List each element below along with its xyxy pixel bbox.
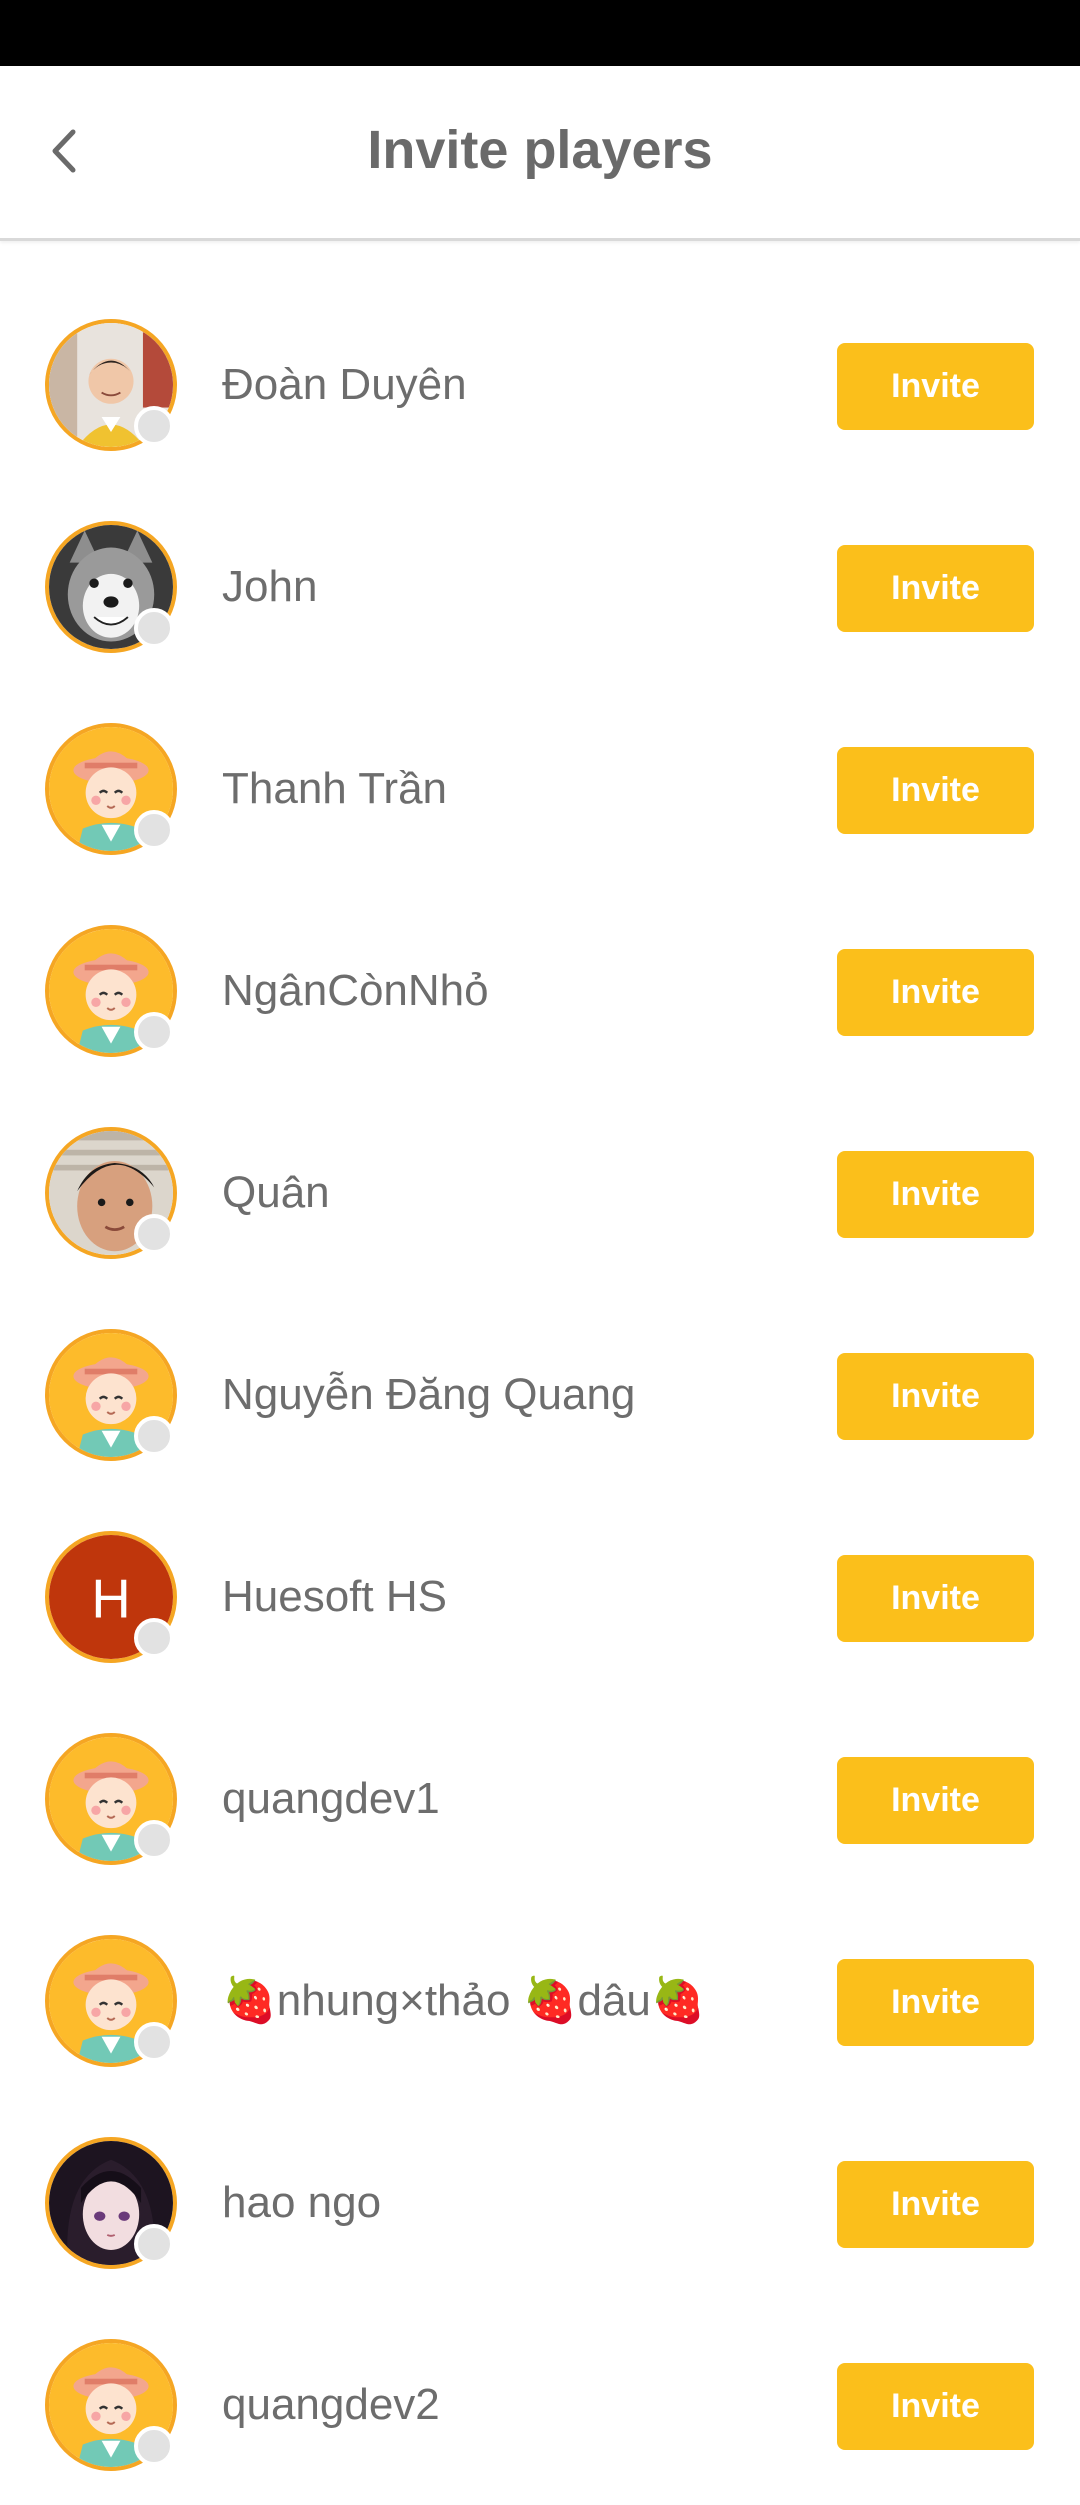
- online-status-dot: [134, 608, 174, 648]
- player-name: quangdev2: [222, 2380, 440, 2429]
- player-name: 🍓nhung×thảo 🍓dâu🍓: [222, 1976, 706, 2025]
- player-row: Nguyễn Đăng Quang Invite: [0, 1293, 1080, 1495]
- online-status-dot: [134, 406, 174, 446]
- player-row: Đoàn Duyên Invite: [0, 283, 1080, 485]
- player-name: Thanh Trần: [222, 764, 448, 813]
- online-status-dot: [134, 1012, 174, 1052]
- invite-button[interactable]: Invite: [837, 1151, 1034, 1238]
- player-row: John Invite: [0, 485, 1080, 687]
- invite-button[interactable]: Invite: [837, 1959, 1034, 2046]
- invite-button[interactable]: Invite: [837, 2363, 1034, 2450]
- player-name: John: [222, 562, 318, 611]
- invite-button[interactable]: Invite: [837, 949, 1034, 1036]
- online-status-dot: [134, 2022, 174, 2062]
- online-status-dot: [134, 1618, 174, 1658]
- status-bar: [0, 0, 1080, 66]
- invite-button[interactable]: Invite: [837, 2161, 1034, 2248]
- invite-button[interactable]: Invite: [837, 1757, 1034, 1844]
- online-status-dot: [134, 1416, 174, 1456]
- invite-button[interactable]: Invite: [837, 1555, 1034, 1642]
- player-name: Nguyễn Đăng Quang: [222, 1370, 636, 1419]
- player-name: Quân: [222, 1168, 330, 1217]
- player-row: quangdev1 Invite: [0, 1697, 1080, 1899]
- player-list: Đoàn Duyên Invite John Invite Thanh Trần Invi…: [0, 283, 1080, 2505]
- invite-button[interactable]: Invite: [837, 747, 1034, 834]
- player-name: NgânCònNhỏ: [222, 966, 489, 1015]
- page-title: Invite players: [367, 120, 713, 180]
- player-name: Huesoft HS: [222, 1572, 447, 1621]
- player-row: hao ngo Invite: [0, 2101, 1080, 2303]
- player-row: 🍓nhung×thảo 🍓dâu🍓 Invite: [0, 1899, 1080, 2101]
- player-name: quangdev1: [222, 1774, 440, 1823]
- app-header: Invite players: [0, 66, 1080, 241]
- player-name: hao ngo: [222, 2178, 382, 2227]
- player-row: Thanh Trần Invite: [0, 687, 1080, 889]
- online-status-dot: [134, 1214, 174, 1254]
- player-row: NgânCònNhỏ Invite: [0, 889, 1080, 1091]
- player-name: Đoàn Duyên: [222, 360, 467, 409]
- online-status-dot: [134, 810, 174, 850]
- invite-button[interactable]: Invite: [837, 343, 1034, 430]
- invite-button[interactable]: Invite: [837, 1353, 1034, 1440]
- svg-text:H: H: [91, 1569, 130, 1630]
- online-status-dot: [134, 2224, 174, 2264]
- player-row: H Huesoft HS Invite: [0, 1495, 1080, 1697]
- player-row: quangdev2 Invite: [0, 2303, 1080, 2505]
- player-row: Quân Invite: [0, 1091, 1080, 1293]
- invite-button[interactable]: Invite: [837, 545, 1034, 632]
- online-status-dot: [134, 1820, 174, 1860]
- online-status-dot: [134, 2426, 174, 2466]
